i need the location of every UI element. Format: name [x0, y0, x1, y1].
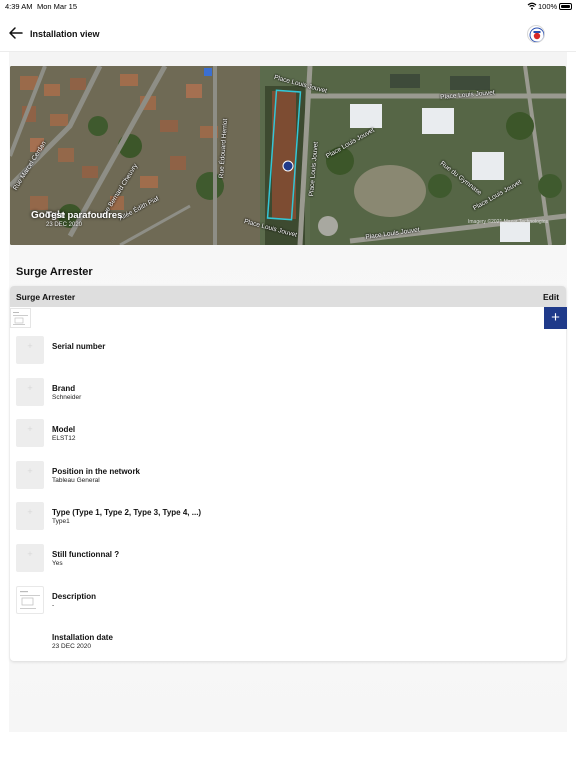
field-row-position[interactable]: Position in the network Tableau General [10, 461, 566, 502]
document-thumbnail[interactable] [10, 308, 31, 328]
wifi-icon [527, 2, 537, 10]
field-label: Model [52, 425, 76, 434]
field-value: Tableau General [52, 477, 100, 484]
field-value: Schneider [52, 394, 82, 401]
status-time: 4:39 AM [5, 2, 33, 11]
section-title: Surge Arrester [16, 266, 93, 278]
field-row-description[interactable]: Description - [10, 586, 566, 627]
battery-icon [559, 3, 572, 10]
field-row-serial-number[interactable]: Serial number [10, 336, 566, 377]
battery-percent: 100% [538, 2, 558, 11]
field-row-type[interactable]: Type (Type 1, Type 2, Type 3, Type 4, ..… [10, 502, 566, 543]
field-row-model[interactable]: Model ELST12 [10, 419, 566, 460]
field-row-functional[interactable]: Still functionnal ? Yes [10, 544, 566, 585]
field-row-brand[interactable]: Brand Schneider [10, 378, 566, 419]
field-label: Brand [52, 384, 76, 393]
photo-placeholder[interactable] [16, 336, 44, 364]
navigation-bar: Installation view [0, 14, 576, 52]
card-header-title: Surge Arrester [16, 292, 76, 302]
field-value: Yes [52, 560, 63, 567]
field-row-installation-date[interactable]: Installation date 23 DEC 2020 [10, 627, 566, 668]
photo-placeholder[interactable] [16, 544, 44, 572]
edit-button[interactable]: Edit [543, 292, 559, 302]
field-value: - [52, 602, 55, 609]
add-photo-button[interactable]: + [544, 307, 567, 329]
back-arrow-icon[interactable] [8, 26, 24, 40]
field-label: Position in the network [52, 467, 141, 476]
photo-placeholder[interactable] [16, 502, 44, 530]
map-copyright: Imagery ©2021 Maxar Technologies [468, 219, 549, 225]
photo-placeholder [16, 627, 44, 655]
field-value: ELST12 [52, 435, 76, 442]
card-header: Surge Arrester Edit [10, 286, 566, 307]
field-label: Description [52, 592, 97, 601]
field-label: Serial number [52, 342, 106, 351]
document-icon [13, 312, 28, 325]
field-value: Type1 [52, 518, 70, 525]
logo-icon [529, 27, 544, 42]
field-label: Type (Type 1, Type 2, Type 3, Type 4, ..… [52, 508, 202, 517]
map-installation-date: 23 DEC 2020 [46, 222, 83, 228]
field-value: 23 DEC 2020 [52, 643, 92, 650]
field-label: Installation date [52, 633, 113, 642]
status-bar: 4:39 AM Mon Mar 15 100% [0, 0, 576, 14]
document-icon [20, 591, 40, 609]
status-date: Mon Mar 15 [37, 2, 78, 11]
photo-placeholder[interactable] [16, 461, 44, 489]
company-logo[interactable] [527, 25, 545, 43]
photo-placeholder[interactable] [16, 378, 44, 406]
photo-placeholder[interactable] [16, 419, 44, 447]
equipment-card: Surge Arrester Edit + Serial number Bran… [10, 286, 567, 661]
field-label: Still functionnal ? [52, 550, 120, 559]
page-title: Installation view [30, 29, 100, 39]
map-installation-title: Test parafoudres [46, 210, 123, 221]
description-photo-thumbnail[interactable] [16, 586, 44, 614]
